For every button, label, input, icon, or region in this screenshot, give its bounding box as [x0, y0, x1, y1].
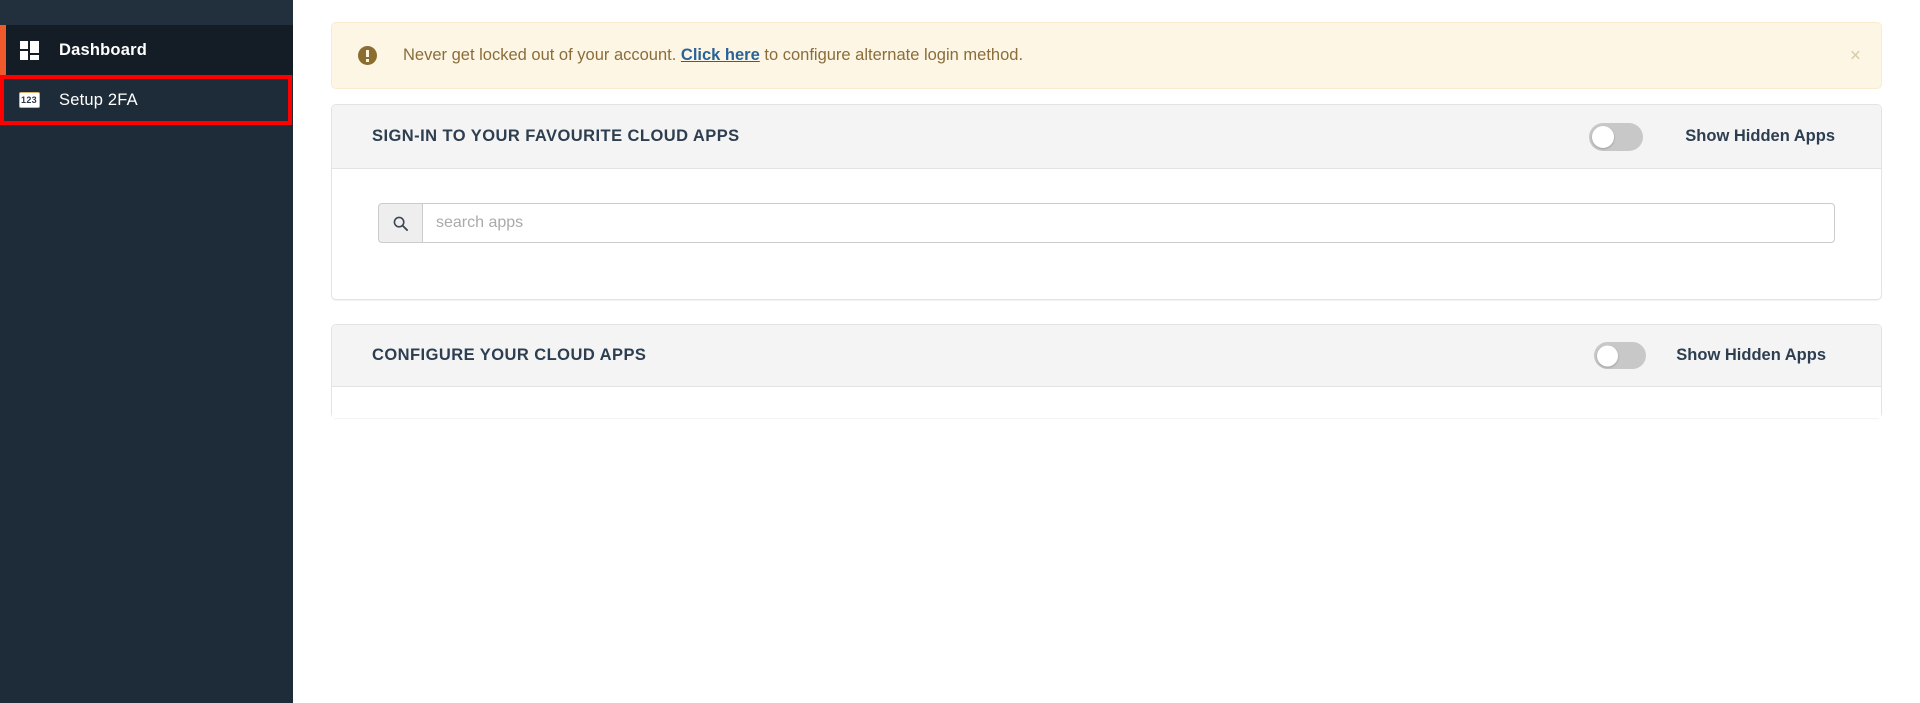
show-hidden-apps-toggle-signin[interactable] — [1589, 122, 1644, 151]
panel-configure-cloud-apps: CONFIGURE YOUR CLOUD APPS Show Hidden Ap… — [331, 324, 1882, 418]
panel-header-configure: CONFIGURE YOUR CLOUD APPS Show Hidden Ap… — [332, 325, 1881, 387]
alert-click-here-link[interactable]: Click here — [681, 46, 760, 64]
show-hidden-apps-label-configure: Show Hidden Apps — [1676, 346, 1826, 364]
panel-title-signin: SIGN-IN TO YOUR FAVOURITE CLOUD APPS — [372, 127, 740, 145]
show-hidden-apps-toggle-configure[interactable] — [1594, 342, 1647, 369]
show-hidden-apps-label-signin: Show Hidden Apps — [1685, 127, 1835, 145]
sidebar-item-label-setup-2fa: Setup 2FA — [59, 90, 138, 109]
sidebar: Dashboard 123 Setup 2FA — [0, 0, 293, 703]
panel-signin-cloud-apps: SIGN-IN TO YOUR FAVOURITE CLOUD APPS Sho… — [331, 104, 1882, 300]
sidebar-nav: Dashboard 123 Setup 2FA — [0, 25, 293, 125]
search-apps-input[interactable] — [422, 203, 1835, 243]
panel-title-configure: CONFIGURE YOUR CLOUD APPS — [372, 346, 647, 364]
panel-header-controls-signin: Show Hidden Apps — [1589, 122, 1835, 151]
exclamation-circle-icon — [358, 46, 377, 65]
panel-header-signin: SIGN-IN TO YOUR FAVOURITE CLOUD APPS Sho… — [332, 105, 1881, 169]
sidebar-item-label-dashboard: Dashboard — [59, 40, 147, 59]
grid-icon — [18, 39, 40, 61]
sidebar-top-strip — [0, 0, 293, 25]
panel-body-configure — [332, 387, 1881, 418]
close-icon[interactable]: × — [1850, 46, 1861, 65]
app-root: Dashboard 123 Setup 2FA Never get locked… — [0, 0, 1920, 703]
search-row — [332, 169, 1881, 243]
alert-text-before: Never get locked out of your account. — [403, 46, 681, 64]
search-apps-group — [378, 203, 1835, 243]
active-accent-bar — [0, 25, 6, 75]
alert-message: Never get locked out of your account. Cl… — [403, 46, 1023, 65]
panel-header-controls-configure: Show Hidden Apps — [1594, 342, 1826, 369]
panel-body-signin — [332, 169, 1881, 243]
toggle-knob — [1597, 345, 1619, 366]
main-content: Never get locked out of your account. Cl… — [293, 0, 1920, 703]
sidebar-item-setup-2fa[interactable]: 123 Setup 2FA — [0, 75, 293, 125]
alert-banner: Never get locked out of your account. Cl… — [331, 22, 1882, 89]
search-icon[interactable] — [378, 203, 422, 243]
keypad-123-icon: 123 — [18, 89, 40, 111]
toggle-knob — [1592, 125, 1615, 148]
alert-text-after: to configure alternate login method. — [759, 46, 1024, 64]
sidebar-item-dashboard[interactable]: Dashboard — [0, 25, 293, 75]
